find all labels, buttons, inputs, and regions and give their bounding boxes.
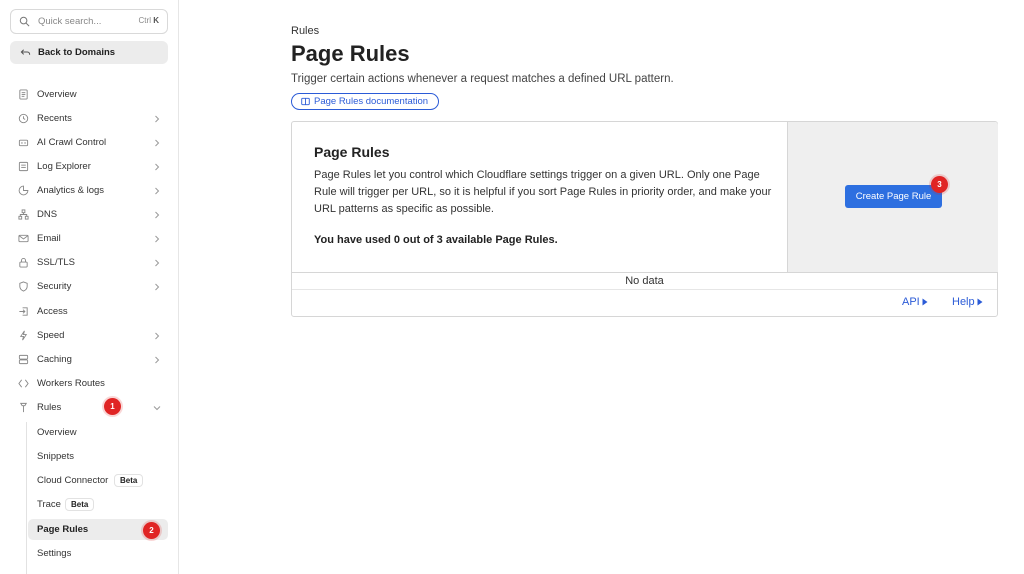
documentation-link[interactable]: Page Rules documentation <box>291 93 440 110</box>
sidebar-item-label: Overview <box>37 89 77 100</box>
sub-item-cloud-connector[interactable]: Cloud Connector Beta <box>28 470 168 491</box>
sidebar-item-speed[interactable]: Speed <box>10 326 168 346</box>
chevron-right-icon <box>155 356 160 364</box>
sidebar-item-label: Email <box>37 233 61 244</box>
sub-item-label: Page Rules <box>37 524 89 535</box>
beta-badge: Beta <box>114 474 144 487</box>
sidebar-item-ai-crawl-control[interactable]: AI Crawl Control <box>10 133 168 153</box>
chevron-right-icon <box>155 163 160 171</box>
quick-search-input[interactable]: Quick search... Ctrl K <box>10 9 168 34</box>
sidebar-item-label: AI Crawl Control <box>37 137 107 148</box>
chevron-right-icon <box>155 332 160 340</box>
sidebar-item-label: Caching <box>37 354 72 365</box>
step-marker-3: 3 <box>931 176 948 193</box>
sub-item-label: Snippets <box>37 451 74 462</box>
back-arrow-icon <box>20 49 31 55</box>
sidebar-item-label: Access <box>37 306 68 317</box>
sub-item-overview[interactable]: Overview <box>28 422 168 443</box>
submenu-guide-line <box>26 422 27 574</box>
sidebar-item-dns[interactable]: DNS <box>10 205 168 225</box>
documentation-link-label: Page Rules documentation <box>314 96 429 107</box>
sidebar-item-rules[interactable]: Rules <box>10 398 168 418</box>
card-action-panel: Create Page Rule 3 <box>787 122 998 272</box>
sub-item-settings[interactable]: Settings <box>28 543 168 564</box>
search-icon <box>19 16 30 27</box>
network-icon <box>18 209 29 220</box>
sub-item-label: Overview <box>37 427 77 438</box>
sub-item-trace[interactable]: Trace Beta <box>28 494 168 515</box>
back-to-domains-label: Back to Domains <box>38 47 116 58</box>
chevron-right-icon <box>155 211 160 219</box>
sub-item-label: Cloud Connector <box>37 475 109 486</box>
bolt-icon <box>19 330 28 341</box>
help-link[interactable]: Help <box>952 296 983 308</box>
chevron-right-icon <box>155 187 160 195</box>
api-link[interactable]: API <box>902 296 928 308</box>
page-title: Page Rules <box>291 41 410 66</box>
log-icon <box>18 161 29 172</box>
document-icon <box>19 89 28 100</box>
sidebar-item-label: Rules <box>37 402 62 413</box>
step-marker-1: 1 <box>104 398 121 415</box>
access-icon <box>19 307 28 316</box>
step-marker-2: 2 <box>143 522 160 539</box>
sidebar-item-analytics-logs[interactable]: Analytics & logs <box>10 181 168 201</box>
breadcrumb[interactable]: Rules <box>291 25 319 37</box>
sub-item-label: Settings <box>37 548 72 559</box>
sidebar-item-workers-routes[interactable]: Workers Routes <box>10 374 168 394</box>
sidebar: Quick search... Ctrl K Back to Domains O… <box>0 0 179 574</box>
chevron-right-icon <box>155 235 160 243</box>
clock-icon <box>18 113 29 124</box>
chevron-right-icon <box>155 115 160 123</box>
usage-text: You have used 0 out of 3 available Page … <box>314 234 558 246</box>
rules-icon <box>19 402 28 413</box>
beta-badge: Beta <box>65 498 95 511</box>
sidebar-item-label: Workers Routes <box>37 378 105 389</box>
sidebar-item-log-explorer[interactable]: Log Explorer <box>10 157 168 177</box>
chevron-right-icon <box>155 283 160 291</box>
api-link-label: API <box>902 296 920 308</box>
card-info: Page Rules Page Rules let you control wh… <box>292 122 787 272</box>
page-rules-card: Page Rules Page Rules let you control wh… <box>291 121 998 317</box>
help-link-label: Help <box>952 296 975 308</box>
sidebar-item-label: SSL/TLS <box>37 257 76 268</box>
caret-right-icon <box>977 298 983 306</box>
card-title: Page Rules <box>314 144 390 160</box>
search-placeholder: Quick search... <box>38 16 102 27</box>
empty-state-row: No data <box>292 272 997 290</box>
sidebar-item-label: Speed <box>37 330 65 341</box>
workers-icon <box>18 379 29 388</box>
card-description: Page Rules let you control which Cloudfl… <box>314 169 772 215</box>
sidebar-item-label: Log Explorer <box>37 161 91 172</box>
sidebar-item-recents[interactable]: Recents <box>10 109 168 129</box>
lock-icon <box>19 258 28 268</box>
sub-item-label: Trace <box>37 499 61 510</box>
book-icon <box>301 97 310 106</box>
page-subtitle: Trigger certain actions whenever a reque… <box>291 73 674 85</box>
bot-icon <box>18 139 29 147</box>
sub-item-snippets[interactable]: Snippets <box>28 446 168 467</box>
caret-right-icon <box>922 298 928 306</box>
sidebar-item-access[interactable]: Access <box>10 302 168 322</box>
server-icon <box>18 354 29 365</box>
sidebar-item-email[interactable]: Email <box>10 229 168 249</box>
chevron-right-icon <box>155 139 160 147</box>
sidebar-item-label: Security <box>37 281 72 292</box>
chart-icon <box>18 185 29 196</box>
sidebar-item-label: DNS <box>37 209 58 220</box>
sidebar-item-ssl-tls[interactable]: SSL/TLS <box>10 253 168 273</box>
shield-icon <box>19 281 28 292</box>
sidebar-item-overview[interactable]: Overview <box>10 85 168 105</box>
sidebar-item-label: Recents <box>37 113 72 124</box>
chevron-down-icon <box>153 406 161 411</box>
email-icon <box>18 234 29 243</box>
create-page-rule-button[interactable]: Create Page Rule <box>845 185 942 208</box>
back-to-domains-button[interactable]: Back to Domains <box>10 41 168 64</box>
search-shortcut: Ctrl K <box>138 16 159 25</box>
chevron-right-icon <box>155 259 160 267</box>
sidebar-item-security[interactable]: Security <box>10 277 168 297</box>
sidebar-item-label: Analytics & logs <box>37 185 105 196</box>
sidebar-item-caching[interactable]: Caching <box>10 350 168 370</box>
